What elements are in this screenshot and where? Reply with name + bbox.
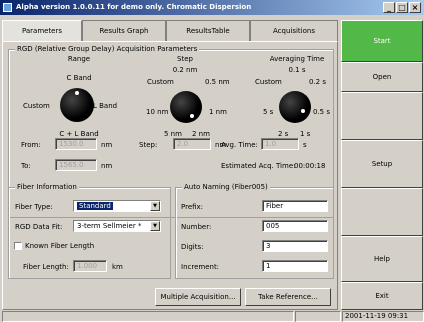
minimize-button[interactable]: _ — [383, 2, 395, 13]
avg-label-0-2s[interactable]: 0.2 s — [309, 78, 326, 86]
to-label: To: — [21, 162, 31, 170]
rgd-group-title: RGD (Relative Group Delay) Acquisition P… — [15, 45, 200, 53]
range-label-lband[interactable]: L Band — [93, 102, 117, 110]
avg-time-input[interactable]: 1.0 — [261, 138, 299, 150]
fiber-type-select[interactable]: Standard ▼ — [73, 200, 161, 212]
fiber-length-label: Fiber Length: — [23, 263, 69, 271]
avg-time-unit: s — [303, 141, 307, 149]
averaging-knob[interactable] — [279, 91, 311, 123]
increment-input[interactable]: 1 — [262, 260, 328, 272]
auto-naming-title: Auto Naming (Fiber005) — [182, 183, 270, 191]
step-heading: Step — [177, 55, 193, 63]
avg-label-0-1s[interactable]: 0.1 s — [265, 66, 329, 74]
tab-acquisitions[interactable]: Acquisitions — [250, 20, 338, 42]
estimated-acq-label: Estimated Acq. Time: — [221, 162, 296, 170]
increment-label: Increment: — [181, 263, 220, 271]
status-cell-mid — [295, 311, 341, 322]
sidebar-blank-1 — [341, 92, 423, 140]
take-reference-button[interactable]: Take Reference... — [245, 288, 331, 306]
fiber-type-label: Fiber Type: — [15, 203, 53, 211]
step-label-2nm[interactable]: 2 nm — [192, 130, 210, 138]
range-label-custom[interactable]: Custom — [23, 102, 50, 110]
fiber-length-unit: km — [112, 263, 123, 271]
exit-button[interactable]: Exit — [341, 282, 423, 310]
number-label: Number: — [181, 223, 212, 231]
fiber-info-title: Fiber Information — [15, 183, 79, 191]
from-label: From: — [21, 141, 41, 149]
avg-time-label: Avg. Time: — [221, 141, 258, 149]
start-button[interactable]: Start — [341, 20, 423, 62]
avg-label-2s[interactable]: 2 s — [278, 130, 288, 138]
avg-label-custom[interactable]: Custom — [255, 78, 282, 86]
step-label-0-2nm[interactable]: 0.2 nm — [155, 66, 215, 74]
prefix-label: Prefix: — [181, 203, 204, 211]
from-input[interactable]: 1530.0 — [55, 138, 97, 150]
number-input[interactable]: 005 — [262, 220, 328, 232]
avg-label-0-5s[interactable]: 0.5 s — [313, 108, 330, 116]
fiber-type-value: Standard — [77, 202, 113, 210]
step-label: Step: — [139, 141, 158, 149]
averaging-knob-indicator — [301, 109, 305, 113]
step-label-0-5nm[interactable]: 0.5 nm — [205, 78, 230, 86]
title-bar[interactable]: Alpha version 1.0.0.11 for demo only. Ch… — [0, 0, 424, 15]
step-knob-indicator — [190, 114, 194, 118]
avg-label-1s[interactable]: 1 s — [300, 130, 310, 138]
help-button[interactable]: Help — [341, 236, 423, 282]
tab-bar: Parameters Results Graph ResultsTable Ac… — [0, 20, 340, 43]
range-knob[interactable] — [60, 88, 94, 122]
step-label-10nm[interactable]: 10 nm — [146, 108, 168, 116]
tab-parameters[interactable]: Parameters — [2, 20, 82, 43]
window-title: Alpha version 1.0.0.11 for demo only. Ch… — [16, 3, 252, 11]
fiber-type-dropdown-icon[interactable]: ▼ — [150, 201, 160, 211]
prefix-input[interactable]: Fiber — [262, 200, 328, 212]
tab-results-graph[interactable]: Results Graph — [82, 20, 166, 42]
multiple-acquisition-button[interactable]: Multiple Acquisition... — [155, 288, 241, 306]
rgd-fit-dropdown-icon[interactable]: ▼ — [150, 221, 160, 231]
known-length-checkbox[interactable] — [14, 242, 22, 250]
step-label-5nm[interactable]: 5 nm — [164, 130, 182, 138]
digits-input[interactable]: 3 — [262, 240, 328, 252]
step-label-custom[interactable]: Custom — [147, 78, 174, 86]
digits-label: Digits: — [181, 243, 204, 251]
range-label-cband[interactable]: C Band — [49, 74, 109, 82]
close-button[interactable]: × — [409, 2, 421, 13]
range-label-cl-band[interactable]: C + L Band — [49, 130, 109, 138]
status-cell-main — [2, 311, 294, 322]
status-datetime: 2001-11-19 09:31 — [342, 311, 424, 322]
range-knob-indicator — [75, 91, 79, 95]
to-unit: nm — [101, 162, 113, 170]
estimated-acq-value: 00:00:18 — [294, 162, 326, 170]
range-heading: Range — [67, 55, 91, 63]
maximize-button[interactable]: □ — [396, 2, 408, 13]
fiber-length-input[interactable]: 1.000 — [73, 260, 107, 272]
step-input[interactable]: 2.0 — [173, 138, 211, 150]
setup-button[interactable]: Setup — [341, 140, 423, 188]
rgd-fit-select[interactable]: 3-term Sellmeier * ▼ — [73, 220, 161, 232]
sidebar-blank-2 — [341, 188, 423, 236]
status-bar: 2001-11-19 09:31 — [0, 310, 424, 322]
known-length-label[interactable]: Known Fiber Length — [25, 242, 94, 250]
parameters-panel: RGD (Relative Group Delay) Acquisition P… — [2, 41, 338, 310]
to-input[interactable]: 1565.0 — [55, 159, 97, 171]
from-unit: nm — [101, 141, 113, 149]
auto-naming-group: Auto Naming (Fiber005) Prefix: Fiber Num… — [175, 183, 334, 279]
sidebar: Start Open Setup Help Exit — [341, 20, 424, 310]
averaging-heading: Averaging Time — [269, 55, 325, 63]
fiber-info-group: Fiber Information Fiber Type: Standard ▼… — [8, 183, 171, 279]
rgd-fit-label: RGD Data Fit: — [15, 223, 63, 231]
avg-label-5s[interactable]: 5 s — [263, 108, 273, 116]
rgd-fit-value: 3-term Sellmeier * — [77, 222, 142, 230]
tab-results-table[interactable]: ResultsTable — [166, 20, 250, 42]
app-icon — [3, 3, 12, 12]
step-knob[interactable] — [170, 91, 202, 123]
open-button[interactable]: Open — [341, 62, 423, 92]
step-label-1nm[interactable]: 1 nm — [209, 108, 227, 116]
